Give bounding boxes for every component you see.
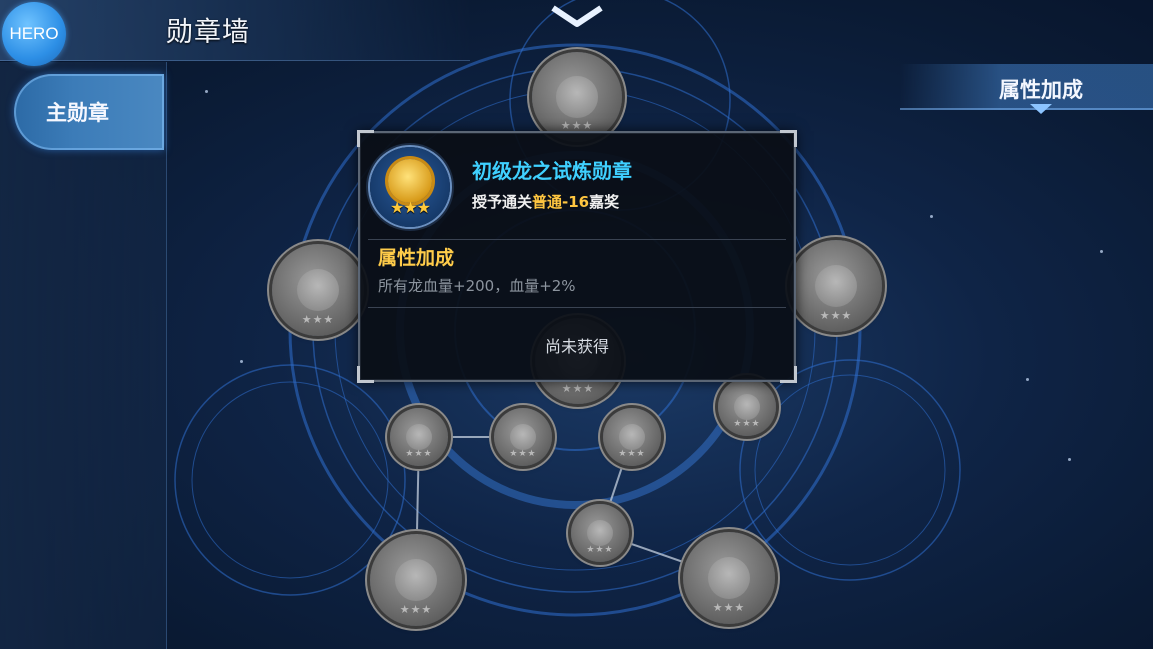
medal-stars: ★★★ xyxy=(618,449,646,460)
medal-small-4[interactable]: ★★★ xyxy=(718,378,776,436)
swirl-emblem-icon xyxy=(618,423,646,451)
mountain-emblem-icon xyxy=(814,264,858,308)
leaf-emblem-icon xyxy=(405,423,433,451)
medal-description: 授予通关普通-16嘉奖 xyxy=(472,191,619,212)
medal-stars: ★★★ xyxy=(733,419,761,430)
chevron-down-icon[interactable] xyxy=(549,4,605,30)
medal-name: 初级龙之试炼勋章 xyxy=(472,159,632,183)
divider xyxy=(368,239,786,240)
medal-stars: ★★★ xyxy=(509,449,537,460)
medal-top[interactable]: ★★★ xyxy=(532,52,622,142)
mountain-emblem-icon xyxy=(733,393,761,421)
medal-stars: ★★★ xyxy=(712,600,746,614)
swirl-emblem-icon xyxy=(707,556,751,600)
sun-emblem-icon xyxy=(556,76,598,118)
flame-emblem-icon xyxy=(296,268,340,312)
medal-stars: ★★★ xyxy=(819,308,853,322)
tab-main-medal[interactable]: 主勋章 xyxy=(14,74,164,150)
medal-detail-popup: ★★★ 初级龙之试炼勋章 授予通关普通-16嘉奖 属性加成 所有龙血量+200，… xyxy=(357,130,797,383)
medal-right[interactable]: ★★★ xyxy=(790,240,882,332)
swirl-emblem-icon xyxy=(586,519,614,547)
medal-stars: ★★★ xyxy=(586,545,614,556)
popup-corner xyxy=(357,366,374,383)
attribute-bonus-button[interactable]: 属性加成 xyxy=(900,64,1153,110)
medal-stars: ★★★ xyxy=(301,312,335,326)
page-title: 勋章墙 xyxy=(166,17,250,48)
medal-small-5[interactable]: ★★★ xyxy=(571,504,629,562)
attribute-value: 所有龙血量+200，血量+2% xyxy=(378,277,576,295)
leaf-emblem-icon xyxy=(509,423,537,451)
desc-prefix: 授予通关 xyxy=(472,193,533,211)
leaf-emblem-icon xyxy=(394,558,438,602)
sidebar xyxy=(0,62,167,649)
medal-icon-stars: ★★★ xyxy=(389,198,431,217)
medal-stars: ★★★ xyxy=(405,449,433,460)
gold-emblem xyxy=(388,159,432,203)
medal-stars: ★★★ xyxy=(560,119,594,133)
desc-suffix: 嘉奖 xyxy=(589,193,620,211)
medal-stars: ★★★ xyxy=(399,602,433,616)
medal-bottom-right[interactable]: ★★★ xyxy=(683,532,775,624)
divider xyxy=(368,307,786,308)
medal-small-1[interactable]: ★★★ xyxy=(390,408,448,466)
popup-corner xyxy=(357,130,374,147)
popup-corner xyxy=(780,130,797,147)
hero-badge[interactable]: HERO xyxy=(2,2,66,66)
attribute-bonus-label: 属性加成 xyxy=(999,78,1083,102)
desc-highlight: 普通-16 xyxy=(532,193,590,211)
medal-left[interactable]: ★★★ xyxy=(272,244,364,336)
caret-down-icon xyxy=(1030,104,1052,114)
obtain-status: 尚未获得 xyxy=(544,337,609,356)
medal-bottom-left[interactable]: ★★★ xyxy=(370,534,462,626)
attribute-title: 属性加成 xyxy=(378,247,455,269)
medal-stars: ★★★ xyxy=(561,381,595,395)
medal-small-3[interactable]: ★★★ xyxy=(603,408,661,466)
dragon-medal-icon: ★★★ xyxy=(370,147,450,227)
popup-corner xyxy=(780,366,797,383)
medal-small-2[interactable]: ★★★ xyxy=(494,408,552,466)
